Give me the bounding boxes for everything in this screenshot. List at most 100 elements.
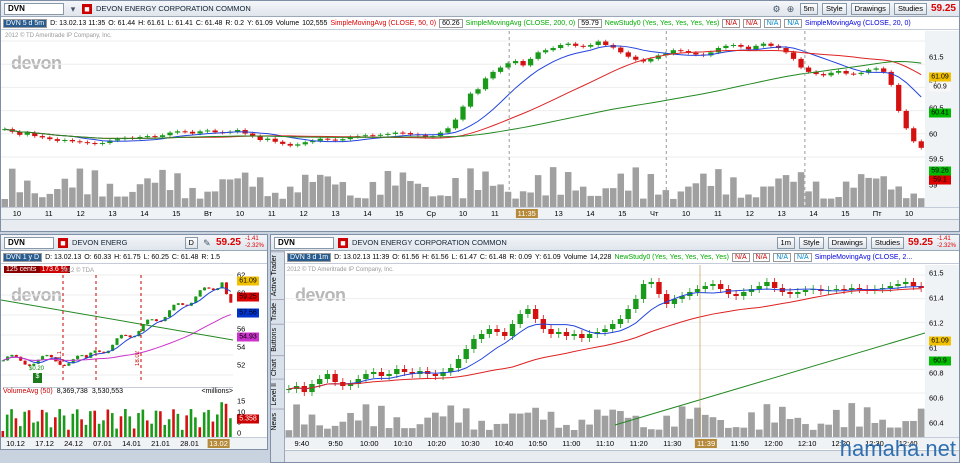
dropdown-icon[interactable]: ▾ bbox=[68, 4, 78, 14]
last-price: 59.25 bbox=[907, 237, 933, 248]
candle-body bbox=[280, 141, 286, 144]
net-change: -1.41 bbox=[936, 235, 951, 242]
time-tick-label: 10:00 bbox=[359, 439, 379, 448]
volume-bar bbox=[301, 174, 309, 207]
top-price-chart[interactable]: 2012 © TD Ameritrade IP Company, Inc. de… bbox=[1, 31, 959, 207]
candle-body bbox=[257, 136, 263, 141]
time-tick-label: 13 bbox=[108, 209, 117, 218]
side-tab[interactable]: Active Trader bbox=[271, 251, 285, 300]
sma50-label[interactable]: SimpleMovingAvg (CLOSE, 50, 0) bbox=[330, 20, 436, 27]
volume-bar bbox=[215, 414, 219, 437]
candle-body bbox=[176, 303, 180, 305]
time-tick-label: Вт bbox=[203, 209, 213, 218]
volume-bar bbox=[167, 419, 171, 437]
candle-body bbox=[563, 332, 570, 336]
volume-bar bbox=[501, 423, 509, 437]
pencil-icon[interactable]: ✎ bbox=[202, 238, 212, 248]
studies-button[interactable]: Studies bbox=[870, 236, 904, 249]
candle-body bbox=[617, 319, 624, 324]
aggregation-button[interactable]: 1m bbox=[776, 236, 795, 249]
candle-body bbox=[802, 290, 809, 292]
aggregation-button[interactable]: D bbox=[184, 236, 198, 249]
time-tick-label: 10:40 bbox=[494, 439, 514, 448]
volume-avg-label[interactable]: VolumeAvg (50) bbox=[3, 388, 53, 397]
side-tab[interactable]: Trade bbox=[271, 299, 285, 325]
volume-bar bbox=[760, 186, 767, 207]
volume-bar bbox=[189, 187, 196, 207]
candle-body bbox=[535, 52, 541, 59]
volume-bar bbox=[220, 402, 223, 437]
candle-body bbox=[911, 128, 917, 142]
volume-bar bbox=[121, 196, 129, 207]
study-label[interactable]: NewStudy0 (Yes, Yes, Yes, Yes, Yes) bbox=[605, 20, 720, 27]
main-price-chart[interactable]: 2012 © TD Ameritrade IP Company, Inc. de… bbox=[285, 265, 959, 437]
candle-body bbox=[764, 282, 770, 286]
volume-bar bbox=[709, 417, 717, 437]
drawings-button[interactable]: Drawings bbox=[827, 236, 867, 249]
volume-bar bbox=[137, 413, 140, 437]
side-tab[interactable]: Buttons bbox=[271, 324, 285, 356]
left-volume-chart[interactable]: 1510505.358 bbox=[1, 397, 267, 438]
top-scrollbar[interactable] bbox=[1, 219, 959, 231]
candle-body bbox=[370, 372, 377, 374]
candle-body bbox=[332, 374, 338, 382]
volume-bar bbox=[763, 404, 771, 437]
dollar-icon[interactable]: $ bbox=[33, 373, 42, 383]
volume-bar bbox=[887, 189, 895, 207]
drawings-button[interactable]: Drawings bbox=[850, 2, 890, 15]
volume-bar bbox=[586, 424, 593, 437]
candle-body bbox=[324, 374, 331, 379]
volume-bar bbox=[331, 425, 339, 437]
candle-body bbox=[455, 359, 462, 368]
zoom-icon[interactable]: ⊕ bbox=[786, 4, 796, 14]
candle-body bbox=[918, 141, 924, 148]
link-icon[interactable]: ■ bbox=[338, 237, 348, 248]
volume-bar bbox=[110, 413, 114, 437]
candle-body bbox=[828, 72, 834, 76]
volume-bar bbox=[407, 180, 414, 207]
candle-body bbox=[317, 379, 323, 384]
left-price-chart[interactable]: 125 cents 173.6 % 2012 © TDA devon 21.1 … bbox=[1, 265, 267, 385]
sma200-label[interactable]: SimpleMovingAvg (CLOSE, 200, 0) bbox=[466, 20, 576, 27]
candle-body bbox=[738, 44, 744, 47]
volume-bar bbox=[61, 178, 69, 207]
volume-bar bbox=[211, 191, 219, 207]
candle-body bbox=[887, 286, 893, 288]
side-tab[interactable]: Chart bbox=[271, 355, 285, 380]
candle-body bbox=[167, 310, 172, 318]
candle-body bbox=[432, 374, 439, 376]
style-button[interactable]: Style bbox=[821, 2, 847, 15]
side-tab[interactable]: Level II bbox=[271, 379, 285, 409]
symbol-input[interactable]: DVN bbox=[4, 236, 54, 249]
symbol-input[interactable]: DVN bbox=[274, 236, 334, 249]
studies-button[interactable]: Studies bbox=[893, 2, 927, 15]
candle-body bbox=[10, 355, 14, 357]
volume-bar bbox=[211, 421, 215, 437]
candle-body bbox=[84, 142, 91, 144]
volume-bar bbox=[786, 418, 794, 437]
candle-body bbox=[509, 324, 516, 336]
candle-body bbox=[332, 139, 338, 141]
gear-icon[interactable]: ⚙ bbox=[772, 4, 782, 14]
time-tick-label: 07.01 bbox=[93, 439, 112, 448]
volume-bar bbox=[45, 412, 48, 437]
sma20-label[interactable]: SimpleMovingAvg (CLOSE, 20, 0) bbox=[805, 20, 911, 27]
price-tag: 59.26 bbox=[929, 166, 951, 176]
side-tab[interactable]: News bbox=[271, 408, 285, 434]
link-icon[interactable]: ■ bbox=[82, 3, 92, 14]
aggregation-button[interactable]: 5m bbox=[799, 2, 818, 15]
style-button[interactable]: Style bbox=[798, 236, 824, 249]
link-icon[interactable]: ■ bbox=[58, 237, 68, 248]
volume-bar bbox=[748, 412, 755, 437]
study-label[interactable]: NewStudy0 (Yes, Yes, Yes, Yes, Yes) bbox=[614, 254, 729, 261]
candle-body bbox=[571, 334, 577, 336]
volume-bar bbox=[31, 193, 39, 207]
bar-date: D: 13.02.13 11:39 bbox=[334, 253, 390, 261]
volume-bar bbox=[895, 186, 902, 207]
sma-label[interactable]: SimpleMovingAvg (CLOSE, 2... bbox=[815, 254, 913, 261]
time-tick-label: 13.02 bbox=[207, 439, 230, 448]
candle-body bbox=[445, 128, 451, 133]
volume-bar bbox=[224, 403, 228, 437]
symbol-input[interactable]: DVN bbox=[4, 2, 64, 15]
candle-body bbox=[76, 355, 80, 360]
